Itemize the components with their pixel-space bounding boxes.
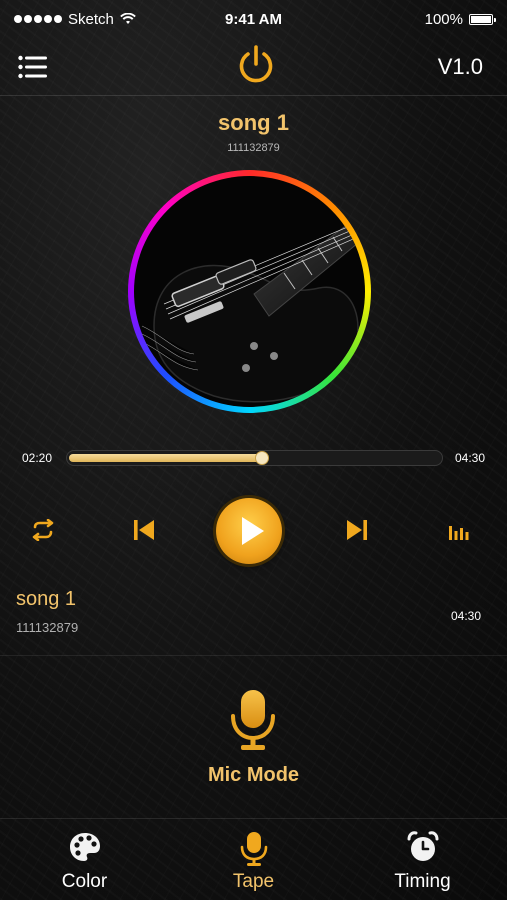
guitar-artwork [134,176,365,407]
bottom-tab-bar: Color Tape Timing [0,818,507,900]
elapsed-time: 02:20 [22,451,53,465]
alarm-clock-icon [407,831,438,861]
palette-icon [69,833,100,861]
equalizer-icon [449,526,469,540]
progress-area: 02:20 04:30 [0,446,507,470]
tab-timing-label: Timing [394,871,451,892]
play-button[interactable] [216,498,282,564]
album-art-disc [128,170,371,413]
playlist-item-duration: 04:30 [450,609,481,623]
mic-mode-label: Mic Mode [207,764,300,786]
battery-icon [469,13,496,25]
tab-tape[interactable]: Tape [169,819,338,900]
status-right: 100% [424,10,496,28]
now-playing-title: song 1 [218,110,289,135]
playback-controls [0,496,507,566]
skip-next-icon [347,520,367,540]
repeat-button[interactable] [30,518,56,542]
tab-tape-label: Tape [232,871,275,892]
battery-percentage: 100% [424,10,463,28]
play-icon [242,517,264,545]
status-time: 9:41 AM [225,10,282,28]
tab-color-label: Color [61,871,108,892]
app-header: V1.0 [0,38,507,96]
equalizer-button[interactable] [448,522,470,540]
menu-button[interactable] [18,54,48,80]
power-icon [239,45,273,83]
microphone-icon [240,832,267,866]
progress-fill [69,454,262,462]
mic-mode-button[interactable] [228,688,278,752]
carrier-name: Sketch [68,10,114,28]
signal-strength-icon [14,15,62,23]
status-left: Sketch [14,11,136,28]
guitar-image [141,215,365,403]
tab-color[interactable]: Color [0,819,169,900]
repeat-icon [32,518,54,542]
next-track-button[interactable] [345,518,369,542]
total-time: 04:30 [454,451,485,465]
mic-mode-panel: Mic Mode [0,684,507,794]
previous-track-button[interactable] [132,518,156,542]
version-label: V1.0 [437,54,483,79]
wifi-icon [120,13,136,24]
playlist-item-subtitle: 111132879 [16,620,79,635]
now-playing-subtitle: 111132879 [227,142,280,154]
progress-slider[interactable] [66,450,443,466]
playlist-item[interactable]: song 1 111132879 04:30 [0,578,507,656]
microphone-icon [231,690,275,750]
skip-previous-icon [134,520,154,540]
tab-timing[interactable]: Timing [338,819,507,900]
playlist-item-title: song 1 [16,588,77,610]
progress-knob[interactable] [254,451,269,465]
status-bar: Sketch 9:41 AM 100% [0,0,507,38]
power-button[interactable] [236,44,276,86]
hamburger-menu-icon [18,55,47,79]
